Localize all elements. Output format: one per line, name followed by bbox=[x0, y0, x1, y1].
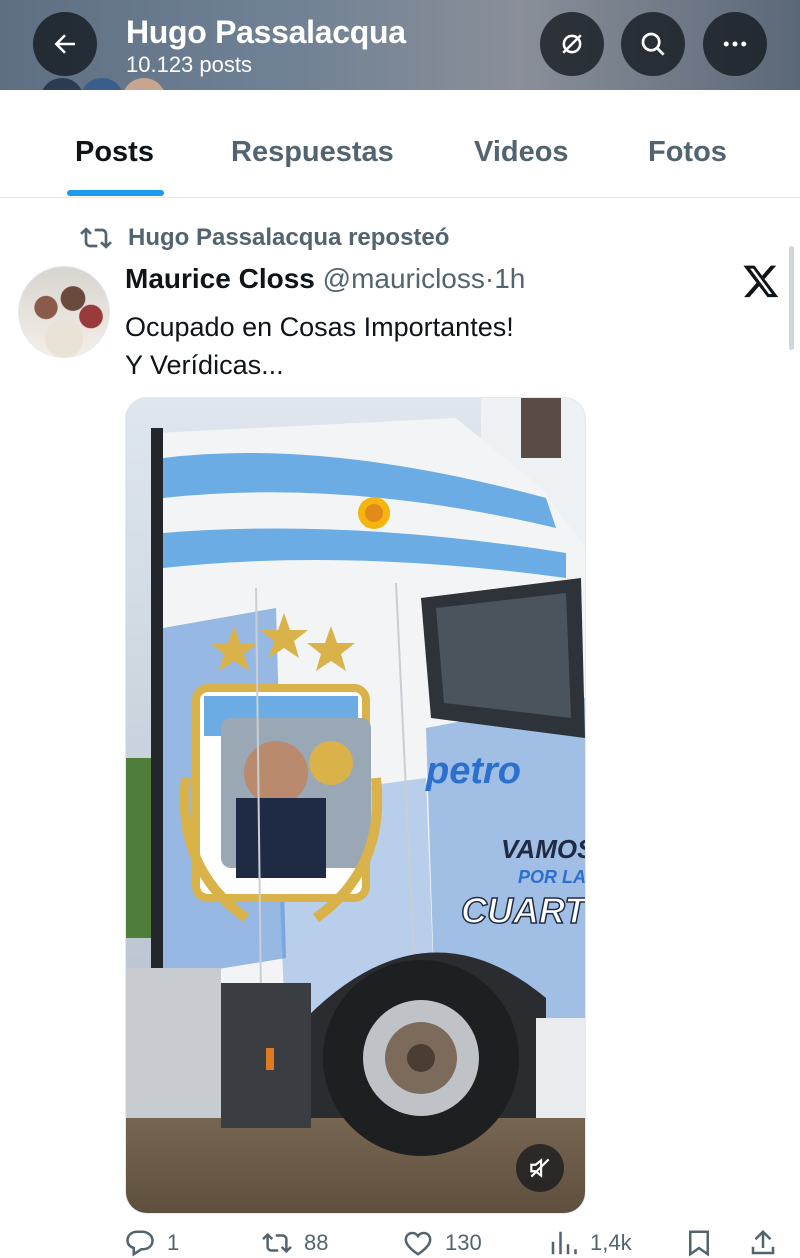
views-count: 1,4k bbox=[590, 1230, 632, 1255]
reply-icon bbox=[126, 1230, 154, 1257]
header-title: Hugo Passalacqua bbox=[126, 14, 406, 50]
repost-icon bbox=[80, 227, 112, 249]
search-button[interactable] bbox=[621, 12, 685, 76]
post-video[interactable]: petro VAMOS POR LA CUART bbox=[125, 397, 586, 1214]
header-post-count: 10.123 posts bbox=[126, 52, 252, 77]
post-text-line-1: Ocupado en Cosas Importantes! bbox=[125, 312, 514, 342]
bookmark-icon bbox=[689, 1230, 709, 1257]
mute-notifications-button[interactable] bbox=[540, 12, 604, 76]
truck-slogan-line1: VAMOS bbox=[501, 834, 585, 864]
share-icon bbox=[751, 1229, 775, 1255]
back-arrow-icon bbox=[54, 34, 75, 54]
post-separator: · bbox=[484, 263, 495, 294]
video-mute-toggle[interactable] bbox=[516, 1144, 564, 1192]
truck-brand-text: petro bbox=[425, 750, 521, 792]
mute-notifications-icon bbox=[562, 34, 582, 54]
x-logo-icon[interactable] bbox=[742, 262, 780, 300]
truck-slogan-line2: POR LA bbox=[518, 867, 585, 887]
profile-tabs: Posts Respuestas Videos Fotos bbox=[0, 90, 800, 198]
post-actions: 1 88 130 1,4k bbox=[0, 1228, 800, 1257]
repost-icon bbox=[262, 1232, 292, 1254]
tab-posts[interactable]: Posts bbox=[75, 136, 154, 169]
repost-count: 88 bbox=[304, 1230, 329, 1255]
like-icon bbox=[404, 1231, 432, 1256]
author-avatar[interactable] bbox=[18, 266, 110, 358]
reply-button[interactable]: 1 bbox=[125, 1228, 179, 1258]
post-text: Ocupado en Cosas Importantes! Y Verídica… bbox=[125, 308, 514, 384]
tab-respuestas[interactable]: Respuestas bbox=[231, 136, 394, 169]
more-icon bbox=[723, 41, 747, 47]
views-icon bbox=[551, 1231, 577, 1255]
tab-fotos[interactable]: Fotos bbox=[648, 136, 727, 169]
more-options-button[interactable] bbox=[703, 12, 767, 76]
author-name[interactable]: Maurice Closs bbox=[125, 263, 315, 294]
repost-label: Hugo Passalacqua reposteó bbox=[128, 224, 450, 251]
share-button[interactable] bbox=[748, 1228, 790, 1258]
post-time[interactable]: 1h bbox=[494, 263, 525, 294]
back-button[interactable] bbox=[33, 12, 97, 76]
search-icon bbox=[641, 32, 665, 56]
bookmark-button[interactable] bbox=[684, 1228, 726, 1258]
like-count: 130 bbox=[445, 1230, 482, 1255]
tab-videos[interactable]: Videos bbox=[474, 136, 569, 169]
reply-count: 1 bbox=[167, 1230, 180, 1255]
profile-header: Hugo Passalacqua 10.123 posts bbox=[0, 0, 800, 90]
repost-context[interactable]: Hugo Passalacqua reposteó bbox=[80, 222, 449, 254]
active-tab-indicator bbox=[67, 190, 164, 196]
like-button[interactable]: 130 bbox=[403, 1228, 482, 1258]
author-handle[interactable]: @mauricloss bbox=[323, 263, 485, 294]
post-text-line-2: Y Verídicas... bbox=[125, 350, 284, 380]
views-button[interactable]: 1,4k bbox=[548, 1228, 632, 1258]
repost-button[interactable]: 88 bbox=[262, 1228, 328, 1258]
scrollbar[interactable] bbox=[789, 246, 794, 350]
truck-illustration: petro VAMOS POR LA CUART bbox=[126, 398, 585, 1213]
truck-slogan-line3: CUART bbox=[461, 890, 585, 931]
post-author-line: Maurice Closs @mauricloss·1h bbox=[125, 263, 525, 295]
video-muted-icon bbox=[530, 1158, 550, 1178]
